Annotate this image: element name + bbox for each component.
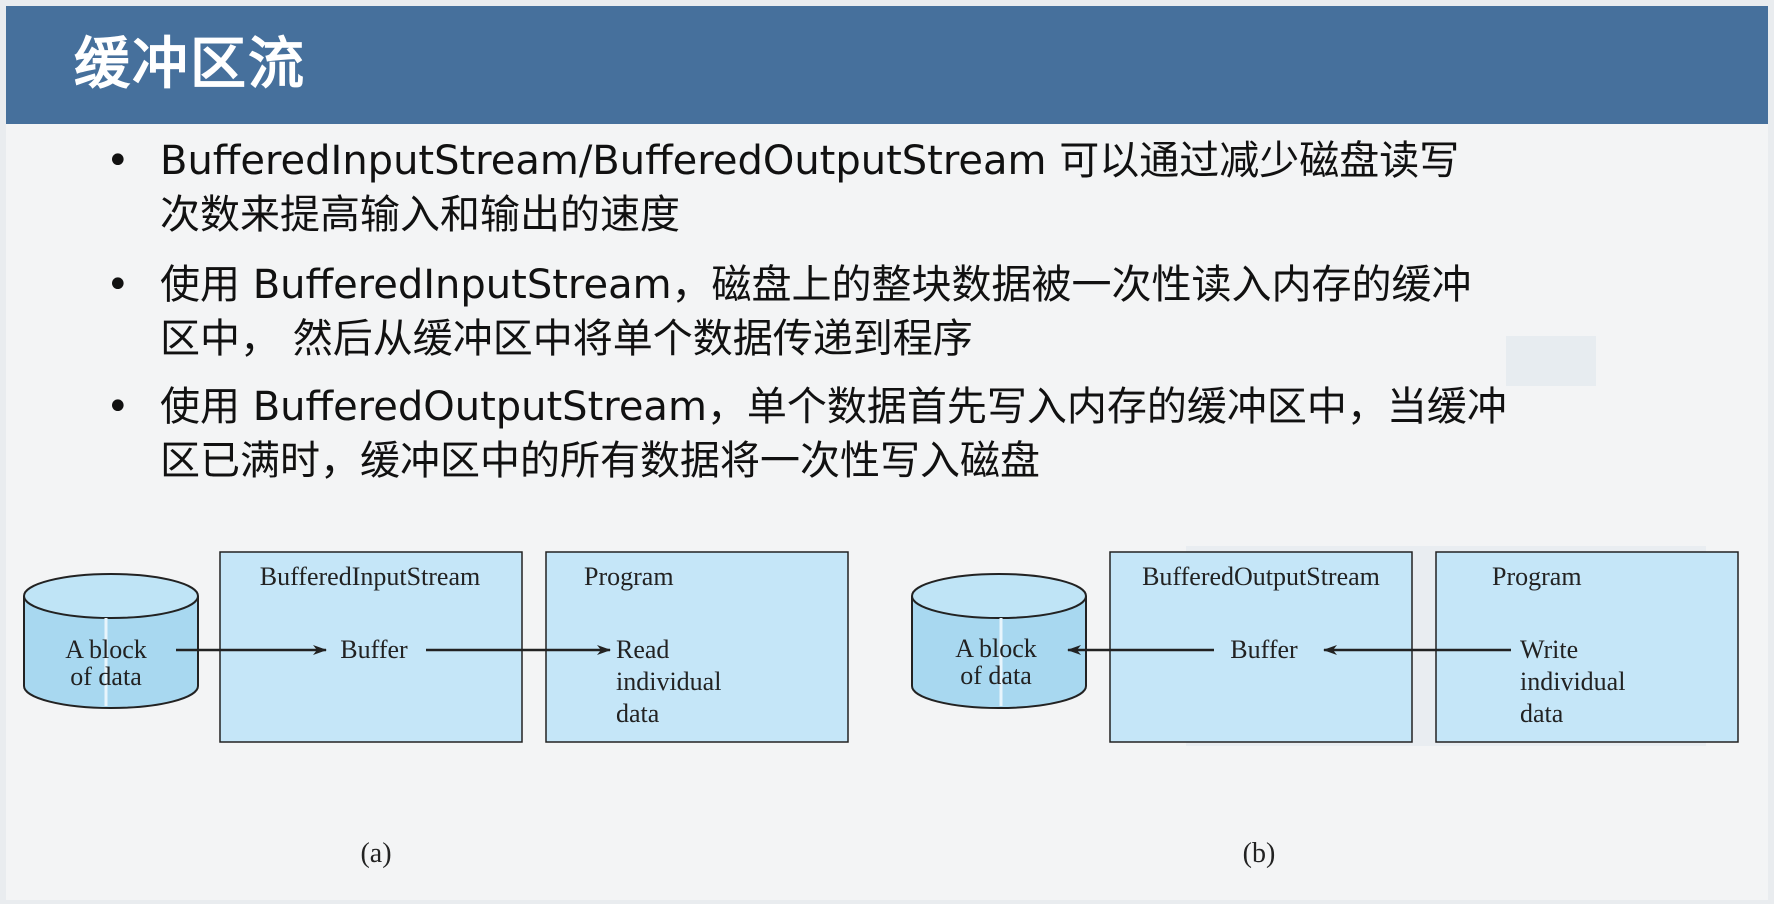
- buffer-b-label: Buffer: [1230, 635, 1298, 664]
- program-b-label: Program: [1492, 562, 1582, 591]
- slide: 缓冲区流 • BufferedInputStream/BufferedOutpu…: [6, 6, 1768, 900]
- program-a-line-3: data: [616, 699, 660, 728]
- program-b-line-1: Write: [1520, 635, 1578, 664]
- disk-a-label-1: A block: [65, 635, 147, 664]
- disk-b-label-2: of data: [960, 661, 1032, 690]
- buffer-a-label: Buffer: [340, 635, 408, 664]
- program-b-line-2: individual: [1520, 667, 1625, 696]
- caption-a: (a): [360, 838, 391, 869]
- disk-b: A block of data: [911, 573, 1087, 709]
- program-b-box: [1435, 551, 1739, 743]
- diagram-b: A block of data BufferedOutputStream Buf…: [911, 551, 1739, 869]
- disk-b-label-1: A block: [955, 634, 1037, 663]
- caption-b: (b): [1243, 838, 1276, 869]
- program-b-line-3: data: [1520, 699, 1564, 728]
- input-stream-label: BufferedInputStream: [260, 562, 480, 591]
- disk-a-label-2: of data: [70, 662, 142, 691]
- disk-a: A block of data: [23, 573, 199, 709]
- program-a-label: Program: [584, 562, 674, 591]
- output-stream-label: BufferedOutputStream: [1142, 562, 1380, 591]
- program-a-line-1: Read: [616, 635, 669, 664]
- program-a-line-2: individual: [616, 667, 721, 696]
- diagram-a: A block of data BufferedInputStream Buff…: [23, 551, 849, 869]
- stream-diagrams: A block of data BufferedInputStream Buff…: [23, 551, 1739, 869]
